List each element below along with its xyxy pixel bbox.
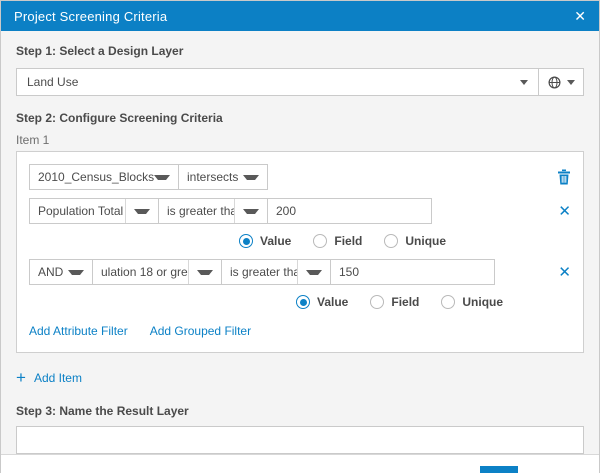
screening-item-1: 2010_Census_Blocks intersects: [16, 151, 584, 353]
radio-label-unique: Unique: [462, 295, 503, 309]
select-divider: [125, 199, 126, 223]
filter2-value-input[interactable]: [330, 259, 495, 285]
design-layer-select[interactable]: Land Use: [17, 69, 538, 95]
radio-unselected-icon: [370, 295, 384, 309]
filter2-mode-unique[interactable]: Unique: [441, 295, 503, 309]
radio-label-field: Field: [334, 234, 362, 248]
select-divider: [297, 260, 298, 284]
filter1-operator-value: is greater than: [167, 204, 234, 218]
delete-item-button[interactable]: [557, 169, 571, 185]
browse-layers-button[interactable]: [539, 69, 583, 95]
radio-label-value: Value: [260, 234, 291, 248]
dialog-title: Project Screening Criteria: [14, 9, 167, 24]
add-grouped-filter-link[interactable]: Add Grouped Filter: [150, 324, 251, 338]
radio-label-value: Value: [317, 295, 348, 309]
attribute-filter-row-2: AND ulation 18 or greater is greater tha…: [29, 259, 571, 285]
item-links-row: Add Attribute Filter Add Grouped Filter: [29, 324, 571, 338]
chevron-down-icon: [243, 175, 259, 180]
radio-label-field: Field: [391, 295, 419, 309]
chevron-down-icon: [197, 270, 213, 275]
chevron-down-icon: [567, 80, 575, 85]
project-screening-criteria-dialog: Project Screening Criteria ✕ Step 1: Sel…: [0, 0, 600, 473]
spatial-operator-select[interactable]: intersects: [178, 164, 268, 190]
filter1-mode-unique[interactable]: Unique: [384, 234, 446, 248]
close-x-icon: ✕: [558, 204, 571, 219]
step1-label: Step 1: Select a Design Layer: [16, 44, 584, 58]
chevron-down-icon: [243, 209, 259, 214]
radio-unselected-icon: [441, 295, 455, 309]
filter1-mode-value[interactable]: Value: [239, 234, 291, 248]
chevron-down-icon: [154, 175, 170, 180]
filter1-mode-options: Value Field Unique: [239, 231, 571, 251]
chevron-down-icon: [134, 209, 150, 214]
radio-unselected-icon: [384, 234, 398, 248]
plus-icon: +: [16, 369, 26, 386]
filter1-field-select[interactable]: Population Total: [29, 198, 159, 224]
filter1-field-value: Population Total: [38, 204, 123, 218]
select-divider: [188, 260, 189, 284]
chevron-down-icon: [68, 270, 84, 275]
filter2-mode-field[interactable]: Field: [370, 295, 419, 309]
spatial-criteria-row: 2010_Census_Blocks intersects: [29, 164, 571, 190]
item1-label: Item 1: [16, 133, 584, 147]
dialog-header: Project Screening Criteria ✕: [1, 1, 599, 31]
filter2-field-select[interactable]: ulation 18 or greater: [92, 259, 222, 285]
step3-label: Step 3: Name the Result Layer: [16, 404, 584, 418]
radio-label-unique: Unique: [405, 234, 446, 248]
filter2-conjunction-value: AND: [38, 265, 63, 279]
attribute-filter-row-1: Population Total is greater than ✕: [29, 198, 571, 224]
filter2-mode-value[interactable]: Value: [296, 295, 348, 309]
filter2-conjunction-select[interactable]: AND: [29, 259, 93, 285]
step2-label: Step 2: Configure Screening Criteria: [16, 111, 584, 125]
trash-icon: [557, 169, 571, 185]
result-layer-name-input[interactable]: [16, 426, 584, 454]
criteria-layer-select[interactable]: 2010_Census_Blocks: [29, 164, 179, 190]
filter1-operator-select[interactable]: is greater than: [158, 198, 268, 224]
filter2-mode-options: Value Field Unique: [296, 292, 571, 312]
filter1-value-input[interactable]: [267, 198, 432, 224]
add-item-button[interactable]: + Add Item: [16, 369, 584, 386]
dialog-footer: OK CANCEL: [1, 454, 599, 473]
select-divider: [234, 199, 235, 223]
remove-filter1-button[interactable]: ✕: [558, 204, 571, 219]
ok-button[interactable]: OK: [480, 466, 517, 473]
chevron-down-icon: [520, 80, 528, 85]
design-layer-value: Land Use: [27, 75, 78, 89]
dialog-body: Step 1: Select a Design Layer Land Use S: [1, 31, 599, 454]
spatial-operator-value: intersects: [187, 170, 238, 184]
radio-unselected-icon: [313, 234, 327, 248]
criteria-layer-value: 2010_Census_Blocks: [38, 170, 154, 184]
globe-icon: [548, 76, 561, 89]
close-icon[interactable]: ✕: [574, 9, 586, 23]
add-attribute-filter-link[interactable]: Add Attribute Filter: [29, 324, 128, 338]
filter2-operator-value: is greater than: [230, 265, 297, 279]
design-layer-select-group: Land Use: [16, 68, 584, 96]
close-x-icon: ✕: [558, 265, 571, 280]
add-item-label: Add Item: [34, 371, 82, 385]
radio-selected-icon: [296, 295, 310, 309]
filter2-operator-select[interactable]: is greater than: [221, 259, 331, 285]
radio-selected-icon: [239, 234, 253, 248]
filter2-field-value: ulation 18 or greater: [101, 265, 188, 279]
chevron-down-icon: [306, 270, 322, 275]
filter1-mode-field[interactable]: Field: [313, 234, 362, 248]
remove-filter2-button[interactable]: ✕: [558, 265, 571, 280]
